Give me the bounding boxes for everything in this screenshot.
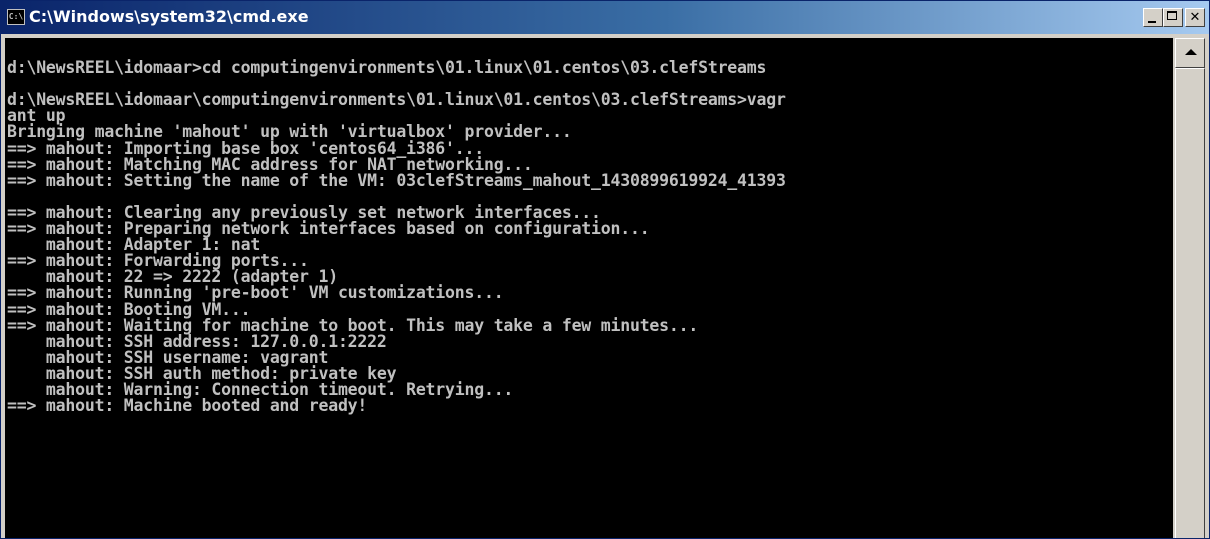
console-line: d:\NewsREEL\idomaar\computingenvironment…: [7, 90, 786, 110]
scroll-up-button[interactable]: [1175, 38, 1205, 68]
scroll-thumb[interactable]: [1175, 68, 1205, 538]
console-line: d:\NewsREEL\idomaar>cd computingenvironm…: [7, 58, 767, 78]
close-icon: ✕: [1189, 10, 1201, 25]
vertical-scrollbar[interactable]: [1175, 38, 1205, 538]
window-controls: ✕: [1143, 8, 1205, 28]
minimize-icon: [1148, 21, 1156, 23]
console-line: ==> mahout: Setting the name of the VM: …: [7, 170, 786, 190]
console-line: ==> mahout: Machine booted and ready!: [7, 396, 368, 416]
title-bar[interactable]: C:\ C:\Windows\system32\cmd.exe ✕: [1, 1, 1209, 34]
maximize-icon: [1167, 11, 1177, 20]
console-output[interactable]: d:\NewsREEL\idomaar>cd computingenvironm…: [5, 38, 1173, 538]
cmd-app-icon[interactable]: C:\: [7, 9, 25, 25]
minimize-button[interactable]: [1143, 8, 1163, 27]
console-text: d:\NewsREEL\idomaar>cd computingenvironm…: [5, 38, 1173, 414]
cmd-window: C:\ C:\Windows\system32\cmd.exe ✕ d:\New…: [0, 0, 1210, 539]
scroll-up-arrow-icon: [1185, 49, 1197, 55]
maximize-button[interactable]: [1163, 8, 1183, 27]
close-button[interactable]: ✕: [1185, 8, 1205, 27]
window-title: C:\Windows\system32\cmd.exe: [29, 7, 309, 26]
